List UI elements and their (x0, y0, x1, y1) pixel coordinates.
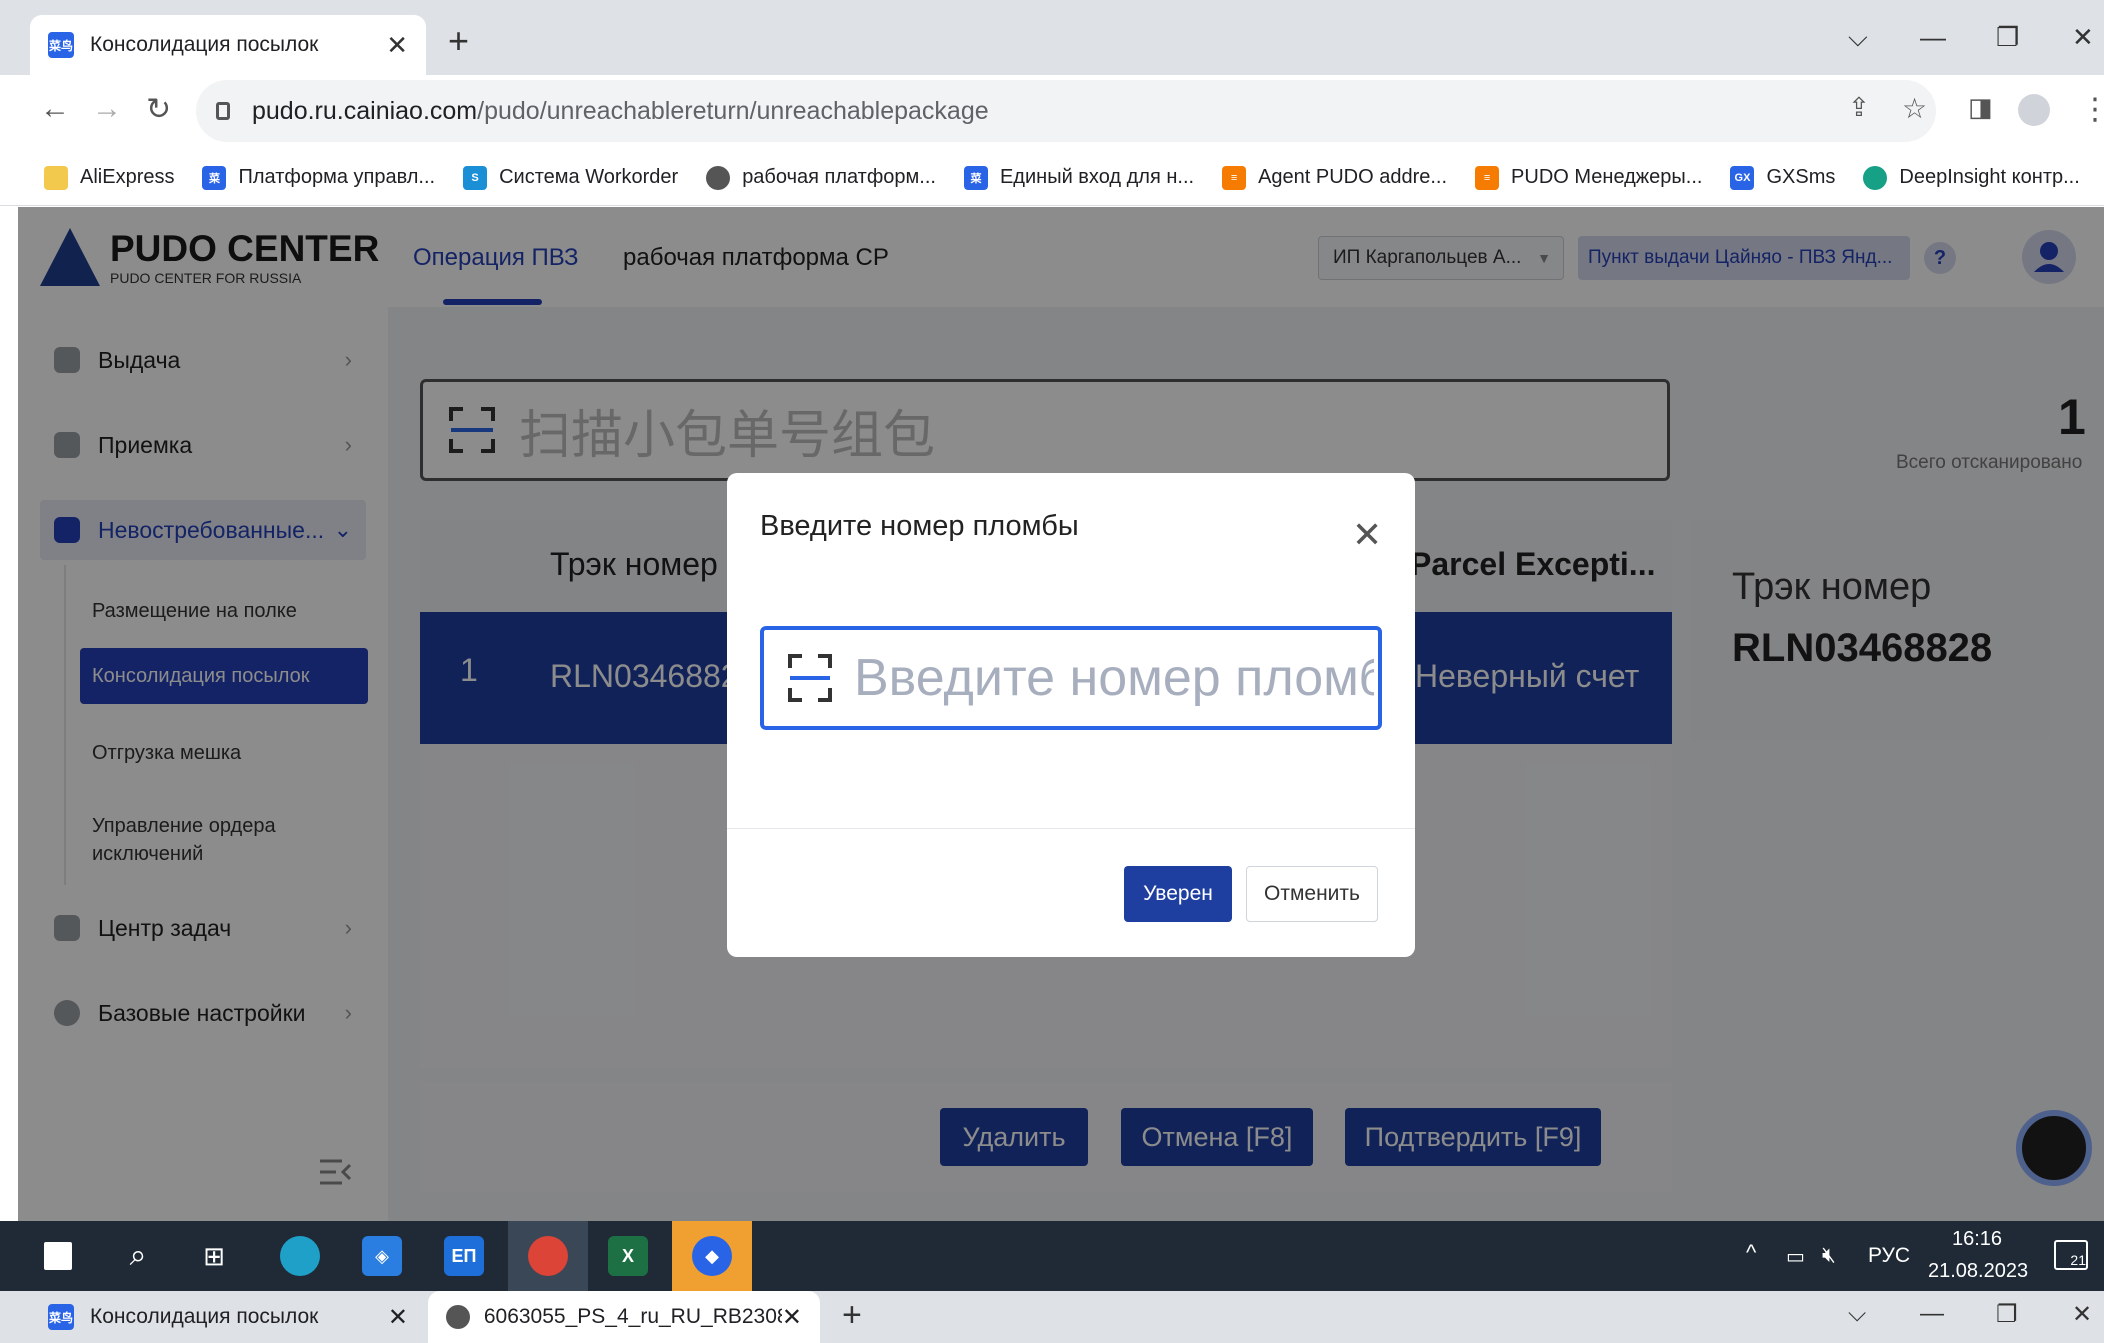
tab-close-icon[interactable]: ✕ (386, 30, 408, 61)
clock-time[interactable]: 16:16 (1952, 1228, 2002, 1251)
bookmark-item[interactable]: 菜 Платформа управл... (202, 165, 436, 190)
seal-number-field[interactable] (760, 626, 1382, 730)
close-icon[interactable]: ✕ (1352, 514, 1382, 556)
task-view-icon[interactable]: ⊞ (174, 1221, 254, 1291)
bookmark-label: PUDO Менеджеры... (1511, 166, 1703, 188)
notifications-icon[interactable]: 21 (2054, 1240, 2088, 1270)
search-icon[interactable]: ⌕ (98, 1221, 178, 1291)
minimize-icon[interactable]: — (1920, 1300, 1944, 1328)
ep-app-icon[interactable]: EП (424, 1221, 504, 1291)
dialog-divider (727, 828, 1415, 829)
shield-app-icon[interactable]: ◈ (342, 1221, 422, 1291)
bookmark-item[interactable]: AliExpress (44, 165, 175, 190)
bookmark-label: рабочая платформ... (742, 166, 936, 188)
restore-icon[interactable]: ❐ (1996, 22, 2019, 53)
dialog-title: Введите номер пломбы (760, 510, 1079, 542)
bookmark-item[interactable]: рабочая платформ... (706, 165, 936, 190)
minimize-icon[interactable]: — (1920, 22, 1946, 53)
tab-search-icon[interactable]: ⌵ (1848, 22, 1868, 54)
tab-search-icon[interactable]: ⌵ (1848, 1300, 1866, 1328)
clock-date[interactable]: 21.08.2023 (1928, 1260, 2028, 1283)
bookmarks-bar: AliExpress 菜 Платформа управл... S Система… (0, 150, 2104, 206)
lock-icon (216, 102, 230, 120)
tab-title: Консолидация посылок (90, 33, 319, 56)
side-panel-icon[interactable]: ◨ (1968, 92, 1993, 123)
tab-close-icon[interactable]: ✕ (782, 1303, 802, 1332)
bookmark-item[interactable]: GX GXSms (1730, 165, 1836, 190)
tab-title: Консолидация посылок (90, 1305, 319, 1328)
confirm-button[interactable]: Уверен (1124, 866, 1232, 922)
tab-close-icon[interactable]: ✕ (388, 1303, 408, 1332)
url-path: /pudo/unreachablereturn/unreachablepacka… (477, 96, 989, 125)
bookmark-label: Agent PUDO addre... (1258, 166, 1448, 188)
bookmark-label: Платформа управл... (238, 166, 436, 188)
reload-icon[interactable]: ↻ (146, 92, 171, 127)
bookmark-item[interactable]: ≡ Agent PUDO addre... (1222, 165, 1448, 190)
browser-tab[interactable]: 菜鸟 Консолидация посылок ✕ (30, 1291, 426, 1343)
bookmark-item[interactable]: DeepInsight контр... (1863, 165, 2080, 190)
form-icon: ≡ (1222, 165, 1247, 190)
new-tab-button[interactable]: + (842, 1296, 862, 1335)
bookmark-label: GXSms (1766, 166, 1836, 188)
bookmark-label: AliExpress (80, 166, 175, 188)
excel-icon[interactable]: X (588, 1221, 668, 1291)
seal-number-input[interactable] (854, 648, 1374, 708)
bookmark-label: Единый вход для н... (999, 166, 1195, 188)
bookmark-item[interactable]: ≡ PUDO Менеджеры... (1475, 165, 1703, 190)
browser-menu-icon[interactable]: ⋮ (2080, 92, 2104, 127)
bookmark-item[interactable]: S Система Workorder (463, 165, 679, 190)
app-icon: 菜 (202, 165, 227, 190)
tray-chevron-icon[interactable]: ^ (1746, 1240, 1756, 1266)
battery-icon[interactable]: ▭ (1786, 1244, 1805, 1269)
notification-count: 21 (2070, 1252, 2086, 1268)
tab-title: 6063055_PS_4_ru_RU_RB23082100 (483, 1305, 782, 1328)
chrome-icon[interactable] (508, 1221, 588, 1291)
edge-icon[interactable] (260, 1221, 340, 1291)
workorder-icon: S (463, 165, 488, 190)
bookmark-star-icon[interactable]: ☆ (1902, 92, 1927, 125)
restore-icon[interactable]: ❐ (1996, 1300, 2018, 1329)
url-host: pudo.ru.cainiao.com (252, 96, 478, 125)
app-icon: 菜 (963, 165, 988, 190)
windows-start-icon[interactable] (18, 1221, 98, 1291)
back-icon[interactable]: ← (40, 92, 70, 126)
globe-icon (446, 1305, 470, 1329)
language-indicator[interactable]: РУС (1868, 1244, 1910, 1268)
deepinsight-icon (1863, 165, 1888, 190)
bookmark-label: Система Workorder (499, 166, 679, 188)
scan-icon (788, 654, 832, 702)
globe-icon (706, 165, 731, 190)
profile-icon[interactable] (2018, 94, 2050, 126)
cainiao-favicon-icon: 菜鸟 (48, 1304, 74, 1330)
app-shortcut-icon[interactable]: ◆ (672, 1221, 752, 1291)
window-close-icon[interactable]: ✕ (2072, 1300, 2092, 1329)
form-icon: ≡ (1475, 165, 1500, 190)
bookmark-item[interactable]: 菜 Единый вход для н... (963, 165, 1195, 190)
share-icon[interactable]: ⇪ (1848, 92, 1870, 123)
bookmark-label: DeepInsight контр... (1899, 166, 2080, 188)
browser-tab-active[interactable]: 菜鸟 Консолидация посылок ✕ (30, 15, 426, 75)
cainiao-favicon-icon: 菜鸟 (48, 32, 74, 58)
new-tab-button[interactable]: + (448, 20, 469, 62)
volume-muted-icon[interactable]: 🔇︎ (1822, 1242, 1836, 1268)
address-bar[interactable]: pudo.ru.cainiao.com/pudo/unreachableretu… (196, 80, 1936, 142)
window-close-icon[interactable]: ✕ (2072, 22, 2094, 53)
forward-icon[interactable]: → (92, 92, 122, 126)
folder-icon (44, 165, 68, 190)
gx-icon: GX (1730, 165, 1755, 190)
cancel-button[interactable]: Отменить (1246, 866, 1378, 922)
browser-tab-active[interactable]: 6063055_PS_4_ru_RU_RB23082100 ✕ (428, 1291, 820, 1343)
